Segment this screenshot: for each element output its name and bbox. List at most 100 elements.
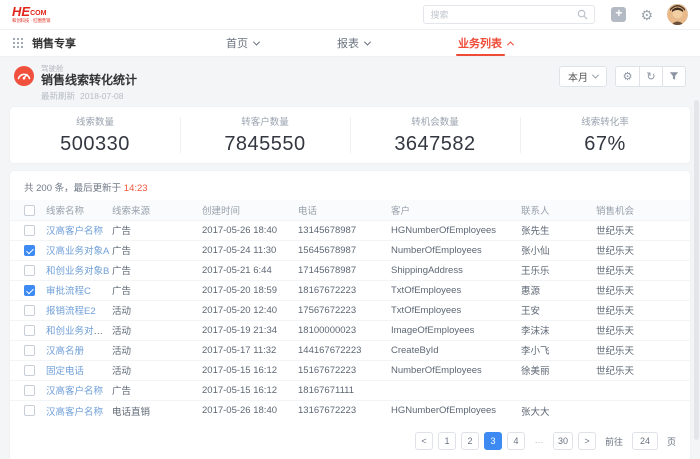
next-page-button[interactable]: >: [578, 432, 596, 450]
tab-business-list[interactable]: 业务列表: [458, 30, 513, 56]
sales-opportunity-cell: 世纪乐天: [596, 306, 634, 317]
phone-cell: 18167671111: [298, 385, 354, 396]
contact-cell: 李沫沫: [521, 326, 550, 337]
plus-icon: +: [611, 7, 626, 22]
refresh-icon: ↻: [646, 70, 655, 83]
lead-name-link[interactable]: 和创业务对象E32: [46, 326, 112, 337]
customer-cell: TxtOfEmployees: [391, 305, 461, 316]
dashboard-gauge-icon: [14, 66, 34, 86]
row-checkbox[interactable]: [24, 365, 35, 376]
lead-source-cell: 活动: [112, 306, 131, 317]
prev-page-button[interactable]: <: [415, 432, 433, 450]
lead-source-cell: 活动: [112, 366, 131, 377]
customer-cell: NumberOfEmployees: [391, 245, 482, 256]
lead-source-cell: 广告: [112, 386, 131, 397]
stat-label: 线索转化率: [581, 114, 629, 128]
lead-name-link[interactable]: 汉高业务对象A: [46, 246, 109, 257]
stat-value: 67%: [584, 133, 626, 156]
lead-name-link[interactable]: 汉高客户名称: [46, 386, 103, 397]
page-button-30[interactable]: 30: [553, 432, 573, 450]
tab-reports[interactable]: 报表: [337, 30, 370, 56]
row-checkbox[interactable]: [24, 285, 35, 296]
lead-source-cell: 电话直销: [112, 407, 150, 418]
logo: HECOM 和创科技 · 红圈营销: [12, 5, 65, 25]
filter-button[interactable]: [662, 67, 685, 86]
table-row: 汉高客户名称广告2017-05-15 16:1218167671111: [10, 380, 690, 400]
global-search[interactable]: [423, 5, 595, 24]
app-grid-icon: [12, 37, 24, 49]
tab-home[interactable]: 首页: [226, 30, 259, 56]
search-input[interactable]: [430, 10, 577, 20]
search-icon: [577, 9, 588, 20]
lead-name-link[interactable]: 汉高名册: [46, 346, 84, 357]
select-all-checkbox[interactable]: [24, 205, 35, 216]
summary-text: 共 200 条，最后更新于: [24, 183, 124, 194]
stats-card: 线索数量 500330 转客户数量 7845550 转机会数量 3647582 …: [10, 107, 690, 163]
contact-cell: 张小仙: [521, 246, 550, 257]
lead-source-cell: 广告: [112, 286, 131, 297]
table-header-row: 线索名称 线索来源 创建时间 电话 客户 联系人 销售机会: [10, 200, 690, 220]
customer-cell: ImageOfEmployees: [391, 325, 474, 336]
phone-cell: 17145678987: [298, 265, 356, 276]
table-body: 汉高客户名称广告2017-05-26 18:4013145678987HGNum…: [10, 220, 690, 420]
page-button-3[interactable]: 3: [484, 432, 502, 450]
gear-icon: ⚙: [640, 8, 653, 22]
row-checkbox[interactable]: [24, 325, 35, 336]
col-contact: 联系人: [521, 200, 596, 220]
dashboard-settings-button[interactable]: ⚙: [616, 67, 639, 86]
toolbar: ⚙ ↻: [615, 66, 686, 87]
row-checkbox[interactable]: [24, 225, 35, 236]
last-refresh: 最新刷新2018-07-08: [41, 90, 690, 102]
sales-opportunity-cell: 世纪乐天: [596, 246, 634, 257]
table-row: 汉高业务对象A广告2017-05-24 11:3015645678987Numb…: [10, 240, 690, 260]
sales-opportunity-cell: 世纪乐天: [596, 346, 634, 357]
customer-cell: TxtOfEmployees: [391, 285, 461, 296]
stat-value: 7845550: [224, 133, 305, 156]
workspace-switcher[interactable]: 销售专享: [12, 30, 76, 56]
stat-value: 500330: [60, 133, 130, 156]
table-summary: 共 200 条，最后更新于 14:23: [10, 171, 690, 200]
lead-name-link[interactable]: 和创业务对象B: [46, 266, 109, 277]
stat-label: 转机会数量: [411, 114, 459, 128]
page-header: 驾驶舱 销售线索转化统计 本月 ⚙ ↻: [10, 63, 690, 87]
lead-name-link[interactable]: 审批流程C: [46, 286, 91, 297]
stat-converted-opportunities: 转机会数量 3647582: [350, 107, 520, 163]
refresh-button[interactable]: ↻: [639, 67, 662, 86]
phone-cell: 15167672223: [298, 365, 356, 376]
user-avatar[interactable]: [667, 4, 688, 25]
page-button-4[interactable]: 4: [507, 432, 525, 450]
col-lead-name: 线索名称: [46, 200, 112, 220]
row-checkbox[interactable]: [24, 265, 35, 276]
chevron-down-icon: [592, 71, 599, 78]
scrollbar-thumb[interactable]: [694, 100, 699, 440]
lead-name-link[interactable]: 汉高客户名称: [46, 407, 103, 418]
sales-opportunity-cell: 世纪乐天: [596, 266, 634, 277]
logo-tagline: 和创科技 · 红圈营销: [12, 19, 50, 23]
row-checkbox[interactable]: [24, 305, 35, 316]
tab-label: 报表: [337, 35, 359, 51]
summary-time: 14:23: [124, 183, 148, 194]
contact-cell: 张先生: [521, 226, 550, 237]
lead-name-link[interactable]: 报销流程E2: [46, 306, 96, 317]
tab-label: 业务列表: [458, 35, 502, 51]
create-new-button[interactable]: +: [611, 7, 626, 22]
table-row: 报销流程E2活动2017-05-20 12:4017567672223TxtOf…: [10, 300, 690, 320]
settings-button[interactable]: ⚙: [640, 8, 653, 22]
created-time-cell: 2017-05-20 12:40: [202, 305, 277, 316]
lead-name-link[interactable]: 汉高客户名称: [46, 226, 103, 237]
created-time-cell: 2017-05-20 18:59: [202, 285, 277, 296]
goto-page-input[interactable]: [632, 432, 658, 450]
filter-funnel-icon: [669, 71, 679, 81]
period-select[interactable]: 本月: [559, 66, 607, 87]
lead-name-link[interactable]: 固定电话: [46, 366, 84, 377]
sales-opportunity-cell: 世纪乐天: [596, 366, 634, 377]
row-checkbox[interactable]: [24, 385, 35, 396]
top-bar: HECOM 和创科技 · 红圈营销 + ⚙: [0, 0, 700, 30]
row-checkbox[interactable]: [24, 245, 35, 256]
page-button-2[interactable]: 2: [461, 432, 479, 450]
row-checkbox[interactable]: [24, 345, 35, 356]
customer-cell: ShippingAddress: [391, 265, 463, 276]
created-time-cell: 2017-05-21 6:44: [202, 265, 272, 276]
row-checkbox[interactable]: [24, 405, 35, 416]
page-button-1[interactable]: 1: [438, 432, 456, 450]
